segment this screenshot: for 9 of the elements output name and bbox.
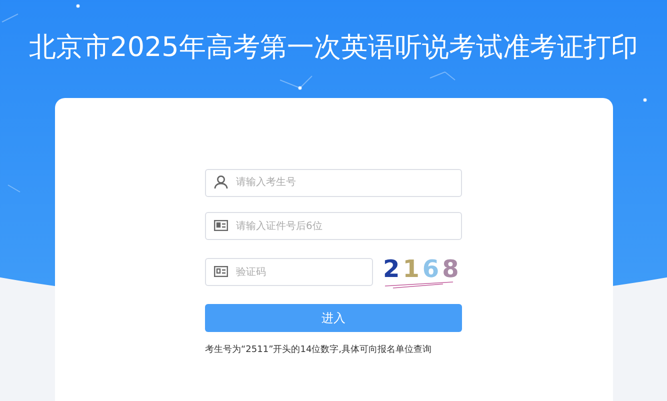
page-title: 北京市2025年高考第一次英语听说考试准考证打印: [29, 31, 638, 65]
captcha-image[interactable]: 2 1 6 8: [383, 255, 459, 289]
input-field[interactable]: 请输入证件号后6位: [205, 212, 462, 240]
id-card-icon: [214, 220, 228, 231]
input-field[interactable]: 验证码: [205, 258, 373, 286]
code-card-icon: [214, 266, 228, 278]
user-icon: [214, 175, 228, 189]
input-field[interactable]: 请输入考生号: [205, 168, 462, 196]
hint-text: 考生号为“2511”开头的14位数字,具体可向报名单位查询: [205, 344, 433, 357]
